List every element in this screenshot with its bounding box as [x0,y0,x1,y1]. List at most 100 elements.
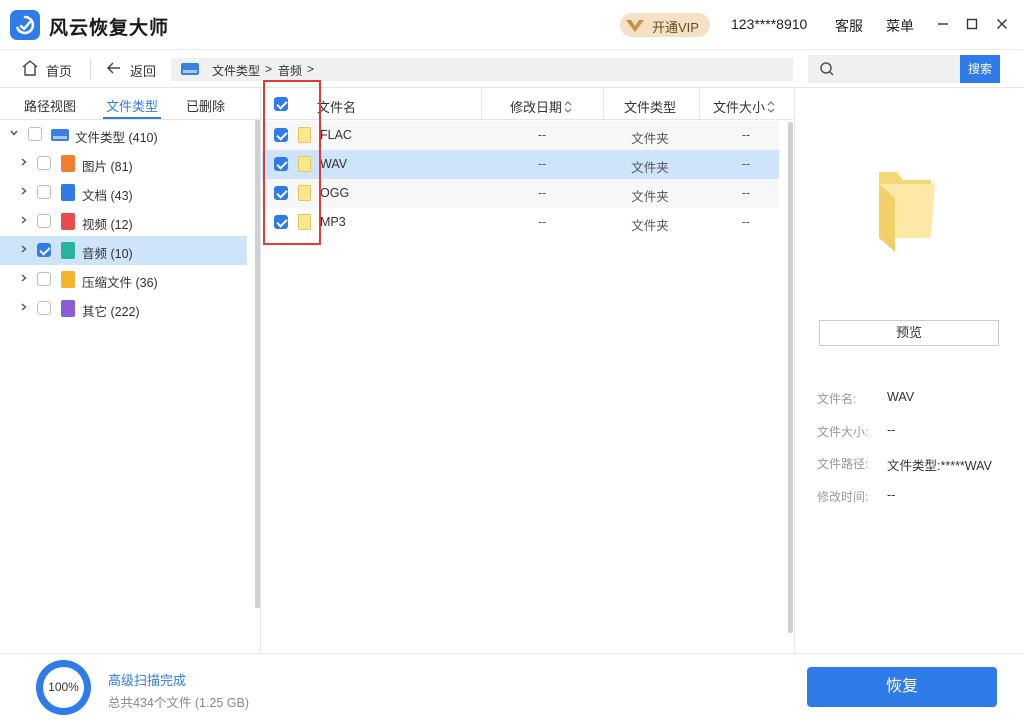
menu-button[interactable]: 菜单 [886,16,914,36]
breadcrumb-separator: > [265,62,273,76]
column-header-date[interactable]: 修改日期 [510,97,572,116]
file-type: 文件夹 [631,161,669,175]
drive-icon [51,129,69,141]
home-label: 首页 [46,64,73,79]
tree-item-checkbox[interactable] [37,214,51,228]
file-name: WAV [320,157,348,171]
tree-item[interactable]: 视频 (12) [0,207,247,236]
tree-item[interactable]: 图片 (81) [0,149,247,178]
view-tabs: 路径视图 文件类型 已删除 [0,88,261,120]
breadcrumb: 文件类型 > 音频 > [171,58,793,81]
user-account[interactable]: 123****8910 [731,16,807,32]
file-date: -- [537,186,547,200]
tree-root-checkbox[interactable] [28,127,42,141]
search-input[interactable] [808,55,960,83]
left-scrollbar[interactable] [255,120,260,608]
audio-icon [61,242,75,259]
chevron-right-icon[interactable] [19,273,29,283]
prop-name-value: WAV [887,390,915,404]
file-date: -- [537,128,547,142]
tree-item-label: 视频 (12) [82,218,133,232]
vip-button[interactable]: 开通VIP [620,13,710,37]
file-size: -- [741,128,751,142]
file-row[interactable]: FLAC -- 文件夹 -- [262,121,779,150]
minimize-icon[interactable] [934,15,952,33]
prop-modified-value: -- [887,488,896,502]
file-row[interactable]: OGG -- 文件夹 -- [262,179,779,208]
column-header-size[interactable]: 文件大小 [713,97,775,116]
nav-divider [90,58,91,80]
tab-path-view[interactable]: 路径视图 [24,96,76,115]
chevron-right-icon[interactable] [19,186,29,196]
home-icon [22,60,38,76]
title-bar: 风云恢复大师 开通VIP 123****8910 客服 菜单 [0,0,1024,50]
file-list-header: 文件名 修改日期 文件类型 文件大小 [262,88,793,120]
file-list-scrollbar[interactable] [788,122,793,633]
file-size: -- [741,186,751,200]
prop-path-key: 文件路径: [817,457,869,471]
status-bar: 100% 高级扫描完成 总共434个文件 (1.25 GB) 恢复 [0,653,1024,720]
tree-item-checkbox[interactable] [37,156,51,170]
back-button[interactable]: 返回 [104,58,156,80]
video-icon [61,213,75,230]
prop-size-key: 文件大小: [817,425,869,439]
file-row[interactable]: WAV -- 文件夹 -- [262,150,779,179]
breadcrumb-separator: > [307,62,315,76]
chevron-right-icon[interactable] [19,215,29,225]
tree-item-label: 音频 (10) [82,247,133,261]
file-type: 文件夹 [631,219,669,233]
app-logo-icon [10,10,40,40]
prop-modified-key: 修改时间: [817,490,869,504]
vip-crown-icon [626,20,644,32]
home-button[interactable]: 首页 [20,58,72,80]
tree-item[interactable]: 压缩文件 (36) [0,265,247,294]
archive-icon [61,271,75,288]
recover-button[interactable]: 恢复 [807,667,997,707]
maximize-icon[interactable] [963,15,981,33]
vip-label: 开通VIP [652,20,699,35]
column-divider [481,88,482,120]
tree-item-checkbox[interactable] [37,243,51,257]
chevron-right-icon[interactable] [19,302,29,312]
file-size: -- [741,215,751,229]
other-icon [61,300,75,317]
tree-item[interactable]: 其它 (222) [0,294,247,323]
app-name: 风云恢复大师 [49,18,170,39]
chevron-right-icon[interactable] [19,157,29,167]
tab-file-type[interactable]: 文件类型 [106,96,158,115]
close-icon[interactable] [993,15,1011,33]
tree-item-label: 其它 (222) [82,305,140,319]
tree-item[interactable]: 文档 (43) [0,178,247,207]
tab-deleted[interactable]: 已删除 [186,96,225,115]
file-name: MP3 [320,215,346,229]
tree-item-checkbox[interactable] [37,301,51,315]
column-divider [699,88,700,120]
breadcrumb-item-file-type[interactable]: 文件类型 [212,62,260,79]
tree-root[interactable]: 文件类型 (410) [0,120,247,149]
file-size: -- [741,157,751,171]
prop-name-key: 文件名: [817,392,857,406]
chevron-down-icon[interactable] [9,128,19,138]
file-type: 文件夹 [631,132,669,146]
column-header-type[interactable]: 文件类型 [624,97,676,116]
column-header-size-label: 文件大小 [713,100,766,115]
file-date: -- [537,157,547,171]
file-name: OGG [320,186,350,200]
drive-icon [181,63,199,75]
tree-item-label: 文档 (43) [82,189,133,203]
sort-icon [767,101,775,113]
column-header-name[interactable]: 文件名 [317,97,356,116]
file-row[interactable]: MP3 -- 文件夹 -- [262,208,779,237]
folder-preview-icon [879,172,935,252]
tree-item-checkbox[interactable] [37,272,51,286]
scan-status-title: 高级扫描完成 [108,673,187,688]
tree-item[interactable]: 音频 (10) [0,236,247,265]
customer-service-button[interactable]: 客服 [835,16,863,36]
tree-item-label: 图片 (81) [82,160,133,174]
active-tab-indicator [103,117,161,119]
tree-item-checkbox[interactable] [37,185,51,199]
search-button[interactable]: 搜索 [960,55,1000,83]
chevron-right-icon[interactable] [19,244,29,254]
preview-button[interactable]: 预览 [819,320,999,346]
breadcrumb-item-audio[interactable]: 音频 [278,62,302,79]
